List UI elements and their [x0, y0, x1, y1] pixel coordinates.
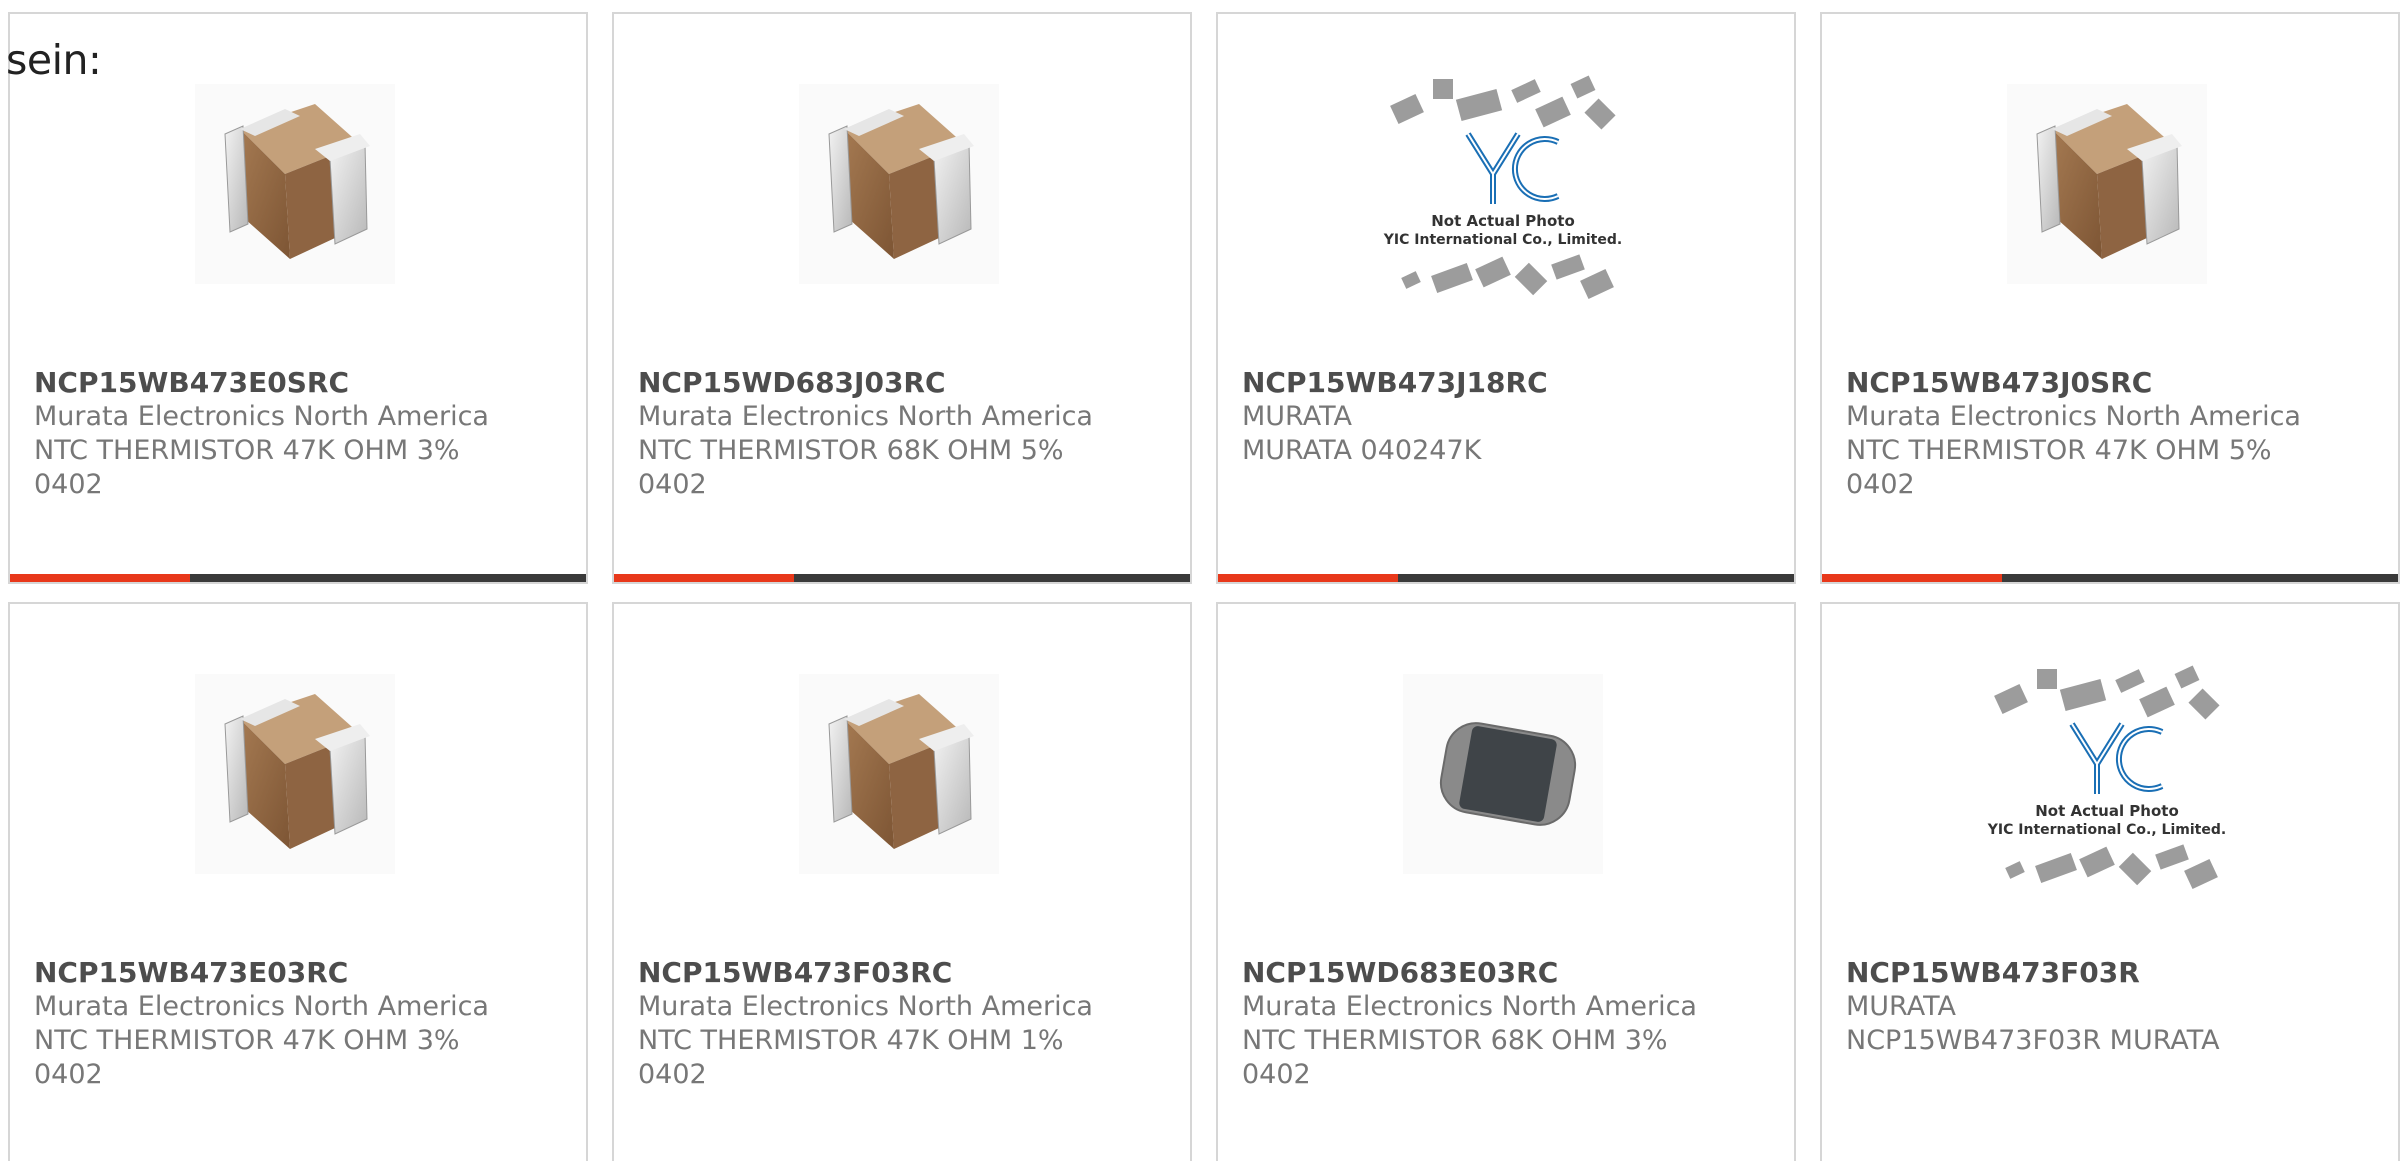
manufacturer: Murata Electronics North America: [34, 401, 489, 432]
product-info: NCP15WB473E0SRC Murata Electronics North…: [34, 366, 554, 502]
smd-capacitor-icon: [2036, 104, 2182, 259]
package: 0402: [1846, 469, 1915, 500]
product-image[interactable]: [2007, 84, 2207, 284]
product-image[interactable]: [195, 674, 395, 874]
card-accent-fill: [614, 574, 794, 582]
description: NTC THERMISTOR 68K OHM 5%: [638, 435, 1064, 466]
manufacturer: Murata Electronics North America: [638, 401, 1093, 432]
part-number[interactable]: NCP15WD683J03RC: [638, 366, 1158, 400]
description: NTC THERMISTOR 47K OHM 3%: [34, 435, 460, 466]
part-number[interactable]: NCP15WB473F03R: [1846, 956, 2366, 990]
card-accent-fill: [1218, 574, 1398, 582]
card-accent-bar: [614, 574, 1190, 582]
product-info: NCP15WB473F03R MURATA NCP15WB473F03R MUR…: [1846, 956, 2366, 1058]
manufacturer: MURATA: [1242, 401, 1352, 432]
package: 0402: [638, 1059, 707, 1090]
part-number[interactable]: NCP15WB473E0SRC: [34, 366, 554, 400]
product-image[interactable]: [799, 674, 999, 874]
part-number[interactable]: NCP15WB473J18RC: [1242, 366, 1762, 400]
card-accent-bar: [10, 574, 586, 582]
product-info: NCP15WD683J03RC Murata Electronics North…: [638, 366, 1158, 502]
svg-text:Not Actual Photo: Not Actual Photo: [2035, 802, 2179, 820]
package: 0402: [34, 1059, 103, 1090]
product-image[interactable]: [195, 84, 395, 284]
card-accent-fill: [1822, 574, 2002, 582]
yic-placeholder-icon: Not Actual Photo YIC International Co., L…: [1383, 75, 1622, 299]
manufacturer: Murata Electronics North America: [638, 991, 1093, 1022]
intro-text: sein:: [6, 36, 102, 84]
smd-capacitor-icon: [224, 694, 370, 849]
manufacturer: Murata Electronics North America: [1242, 991, 1697, 1022]
card-accent-bar: [1218, 574, 1794, 582]
description: MURATA 040247K: [1242, 435, 1482, 466]
product-card[interactable]: NCP15WB473J0SRC Murata Electronics North…: [1820, 12, 2400, 584]
package: 0402: [34, 469, 103, 500]
part-number[interactable]: NCP15WB473E03RC: [34, 956, 554, 990]
product-info: NCP15WB473F03RC Murata Electronics North…: [638, 956, 1158, 1092]
manufacturer: Murata Electronics North America: [1846, 401, 2301, 432]
description: NTC THERMISTOR 47K OHM 3%: [34, 1025, 460, 1056]
product-card[interactable]: NCP15WD683E03RC Murata Electronics North…: [1216, 602, 1796, 1161]
product-info: NCP15WB473E03RC Murata Electronics North…: [34, 956, 554, 1092]
product-image[interactable]: Not Actual Photo YIC International Co., L…: [1383, 75, 1622, 299]
description: NTC THERMISTOR 47K OHM 1%: [638, 1025, 1064, 1056]
svg-text:YIC International Co., Limited: YIC International Co., Limited.: [1987, 822, 2226, 838]
card-accent-fill: [10, 574, 190, 582]
svg-text:YIC International Co., Limited: YIC International Co., Limited.: [1383, 232, 1622, 248]
description: NCP15WB473F03R MURATA: [1846, 1025, 2220, 1056]
package: 0402: [638, 469, 707, 500]
smd-capacitor-icon: [828, 104, 974, 259]
product-image[interactable]: [1403, 674, 1603, 874]
product-card[interactable]: Not Actual Photo YIC International Co., L…: [1216, 12, 1796, 584]
smd-capacitor-icon: [224, 104, 370, 259]
product-info: NCP15WD683E03RC Murata Electronics North…: [1242, 956, 1762, 1092]
product-image[interactable]: [799, 84, 999, 284]
product-info: NCP15WB473J18RC MURATA MURATA 040247K: [1242, 366, 1762, 468]
part-number[interactable]: NCP15WD683E03RC: [1242, 956, 1762, 990]
manufacturer: Murata Electronics North America: [34, 991, 489, 1022]
part-number[interactable]: NCP15WB473F03RC: [638, 956, 1158, 990]
product-card[interactable]: Not Actual Photo YIC International Co., L…: [1820, 602, 2400, 1161]
package: 0402: [1242, 1059, 1311, 1090]
description: NTC THERMISTOR 68K OHM 3%: [1242, 1025, 1668, 1056]
card-accent-bar: [1822, 574, 2398, 582]
yic-placeholder-icon: Not Actual Photo YIC International Co., L…: [1987, 665, 2226, 889]
smd-thermistor-icon: [1439, 722, 1577, 826]
product-info: NCP15WB473J0SRC Murata Electronics North…: [1846, 366, 2366, 502]
product-card[interactable]: NCP15WB473E03RC Murata Electronics North…: [8, 602, 588, 1161]
smd-capacitor-icon: [828, 694, 974, 849]
product-grid-page: sein: NCP15WB473E0SRC Murata Electronics…: [0, 0, 2400, 1161]
product-card[interactable]: NCP15WD683J03RC Murata Electronics North…: [612, 12, 1192, 584]
part-number[interactable]: NCP15WB473J0SRC: [1846, 366, 2366, 400]
manufacturer: MURATA: [1846, 991, 1956, 1022]
product-card[interactable]: NCP15WB473E0SRC Murata Electronics North…: [8, 12, 588, 584]
product-image[interactable]: Not Actual Photo YIC International Co., L…: [1987, 665, 2226, 889]
description: NTC THERMISTOR 47K OHM 5%: [1846, 435, 2272, 466]
svg-text:Not Actual Photo: Not Actual Photo: [1431, 212, 1575, 230]
product-card[interactable]: NCP15WB473F03RC Murata Electronics North…: [612, 602, 1192, 1161]
